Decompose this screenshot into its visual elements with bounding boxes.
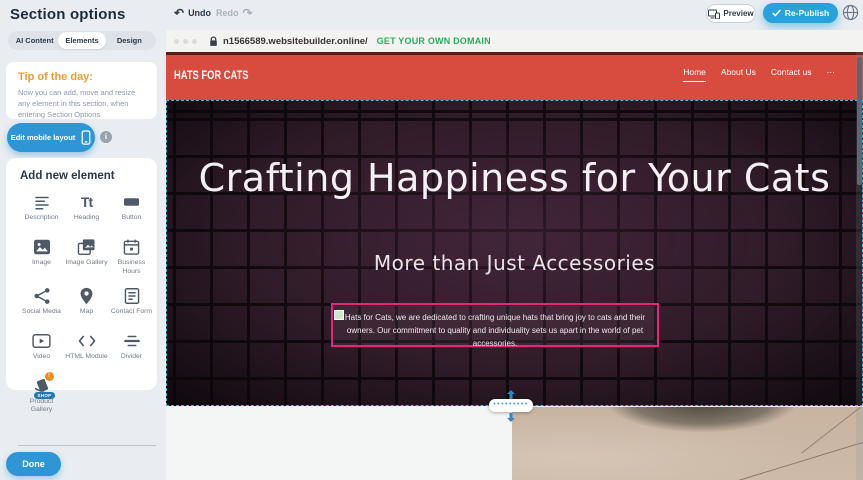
element-divider[interactable]: Divider (110, 331, 153, 367)
hero-heading[interactable]: Crafting Happiness for Your Cats (167, 156, 862, 202)
language-globe-button[interactable] (842, 4, 859, 21)
mobile-phone-icon (81, 130, 91, 145)
site-header[interactable]: HATS FOR CATS Home About Us Contact us ⋯ (166, 52, 863, 100)
redo-icon: ↷ (243, 8, 253, 18)
shop-badge: SHOP (34, 392, 56, 399)
element-button[interactable]: Button (110, 192, 153, 228)
sidebar-tabbar: AI Content Elements Design (8, 31, 156, 50)
tip-body: Now you can add, move and resize any ele… (18, 88, 145, 121)
element-image[interactable]: Image (20, 237, 63, 277)
tab-ai-content[interactable]: AI Content (11, 32, 58, 49)
image-gallery-icon (77, 237, 96, 257)
element-video[interactable]: Video (20, 331, 63, 367)
tip-title: Tip of the day: (18, 71, 145, 83)
map-icon (79, 286, 94, 306)
next-section-image[interactable] (512, 407, 863, 480)
html-module-icon (78, 331, 96, 351)
app-window: Section options ↶ Undo Redo ↷ Preview Re… (0, 0, 863, 480)
pavement-crack (801, 407, 863, 454)
info-icon[interactable]: i (100, 131, 112, 143)
element-business-hours[interactable]: Business Hours (110, 237, 153, 277)
page-title: Section options (10, 6, 126, 23)
element-html-module[interactable]: HTML Module (65, 331, 108, 367)
element-contact-form[interactable]: Contact Form (110, 286, 153, 322)
lock-icon (209, 36, 218, 47)
add-element-title: Add new element (20, 170, 151, 182)
devices-icon (708, 9, 720, 19)
undo-label: Undo (188, 8, 211, 18)
redo-label: Redo (216, 8, 239, 18)
element-grid: Description Tt Heading Button Image (20, 192, 151, 415)
tip-of-the-day-card: Tip of the day: Now you can add, move an… (6, 62, 157, 119)
site-logo[interactable]: HATS FOR CATS (174, 68, 249, 82)
tab-elements[interactable]: Elements (58, 32, 105, 49)
image-icon (33, 237, 51, 257)
contact-form-icon (124, 286, 140, 306)
social-media-icon (33, 286, 51, 306)
element-product-gallery[interactable]: ! SHOP Product Gallery (20, 376, 63, 416)
check-icon (772, 9, 781, 17)
preview-button[interactable]: Preview (706, 4, 756, 23)
element-description[interactable]: Description (20, 192, 63, 228)
business-hours-icon (123, 237, 140, 257)
undo-button[interactable]: ↶ Undo (174, 8, 211, 18)
nav-about-us[interactable]: About Us (721, 67, 756, 81)
section-resize-handle[interactable]: ••••••••• (489, 399, 533, 412)
nav-contact-us[interactable]: Contact us (771, 67, 812, 81)
element-social-media[interactable]: Social Media (20, 286, 63, 322)
divider-icon (123, 331, 141, 351)
next-section-background[interactable] (166, 407, 512, 480)
nav-more-icon[interactable]: ⋯ (827, 67, 836, 82)
nav-home[interactable]: Home (683, 67, 706, 82)
republish-label: Re-Publish (785, 8, 829, 18)
edit-mobile-layout-button[interactable]: Edit mobile layout (7, 123, 95, 152)
hero-subheading[interactable]: More than Just Accessories (167, 251, 862, 275)
pavement-crack (730, 436, 863, 480)
grip-dots-icon: ••••••••• (493, 402, 529, 407)
description-icon (33, 192, 51, 212)
sidebar-divider (18, 445, 156, 446)
product-gallery-icon: ! SHOP (32, 376, 52, 396)
video-icon (32, 331, 51, 351)
preview-label: Preview (723, 9, 753, 18)
hero-paragraph-selected[interactable]: Hats for Cats, we are dedicated to craft… (331, 303, 659, 347)
republish-button[interactable]: Re-Publish (763, 3, 838, 23)
get-your-own-domain-link[interactable]: GET YOUR OWN DOMAIN (377, 36, 491, 46)
element-drag-handle[interactable] (334, 310, 344, 320)
new-badge-icon: ! (45, 372, 54, 381)
preview-scrollbar-thumb[interactable] (857, 57, 862, 185)
edit-mobile-label: Edit mobile layout (11, 133, 76, 142)
element-image-gallery[interactable]: Image Gallery (65, 237, 108, 277)
heading-icon: Tt (81, 192, 92, 212)
element-heading[interactable]: Tt Heading (65, 192, 108, 228)
site-url: n1566589.websitebuilder.online/ (223, 36, 368, 47)
browser-dot-icon (192, 39, 197, 44)
button-icon (122, 192, 141, 212)
undo-icon: ↶ (174, 8, 184, 18)
add-element-panel: Add new element Description Tt Heading B… (6, 158, 157, 390)
resize-arrow-up-icon (505, 390, 517, 398)
site-nav: Home About Us Contact us ⋯ (683, 67, 835, 82)
tab-design[interactable]: Design (106, 32, 153, 49)
resize-arrow-down-icon (505, 413, 517, 421)
hero-section-selected[interactable]: Crafting Happiness for Your Cats More th… (166, 100, 863, 406)
browser-dot-icon (174, 39, 179, 44)
preview-browser-bar: n1566589.websitebuilder.online/ GET YOUR… (166, 30, 863, 52)
redo-button[interactable]: Redo ↷ (216, 8, 253, 18)
browser-dot-icon (183, 39, 188, 44)
done-button[interactable]: Done (6, 452, 61, 476)
element-map[interactable]: Map (65, 286, 108, 322)
hero-paragraph-text: Hats for Cats, we are dedicated to craft… (345, 313, 645, 348)
